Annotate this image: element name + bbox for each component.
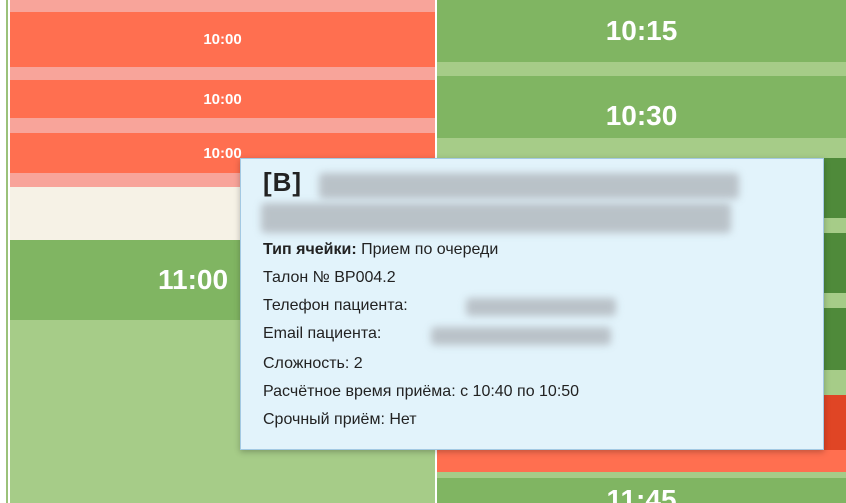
slot-separator (437, 62, 846, 76)
schedule-left-border (6, 0, 8, 503)
slot-separator (10, 67, 435, 80)
slot-separator (10, 118, 435, 133)
redacted-phone (466, 298, 616, 316)
schedule-slot-free[interactable]: 11:45 (437, 478, 846, 503)
schedule-slot-booked[interactable] (437, 450, 846, 472)
schedule-slot-booked[interactable]: 10:00 (10, 80, 435, 118)
slot-time-label: 10:30 (605, 100, 678, 131)
redacted-email (431, 327, 611, 345)
phone-label: Телефон пациента: (263, 297, 408, 314)
slot-time-label: 10:00 (203, 90, 242, 108)
appointment-tooltip: [В] Тип ячейки: Прием по очереди Талон №… (240, 158, 824, 450)
tooltip-title: [В] (263, 167, 303, 197)
tooltip-email: Email пациента: (263, 325, 381, 343)
schedule-slot-free[interactable]: 10:30 (437, 76, 846, 138)
email-label: Email пациента: (263, 325, 382, 342)
tooltip-phone: Телефон пациента: (263, 297, 408, 315)
tooltip-ticket: Талон № ВР004.2 (263, 269, 396, 286)
schedule-slot-booked[interactable]: 10:00 (10, 12, 435, 67)
slot-time-label: 11:00 (158, 264, 229, 295)
slot-time-label: 10:15 (605, 15, 678, 46)
cell-type-label: Тип ячейки: (263, 241, 357, 258)
schedule-slot-free[interactable]: 10:15 (437, 0, 846, 62)
redacted-patient-details (261, 203, 731, 233)
slot-separator (437, 138, 846, 158)
tooltip-estimated-time: Расчётное время приёма: с 10:40 по 10:50 (263, 383, 580, 400)
cell-type-value: Прием по очереди (361, 241, 499, 258)
slot-time-label: 10:00 (203, 31, 242, 48)
slot-time-label: 10:00 (203, 144, 242, 162)
tooltip-cell-type: Тип ячейки: Прием по очереди (263, 241, 498, 259)
slot-time-label: 11:45 (606, 484, 677, 503)
slot-separator (10, 0, 435, 12)
tooltip-complexity: Сложность: 2 (263, 355, 363, 372)
tooltip-urgent: Срочный приём: Нет (263, 411, 417, 428)
redacted-patient-name (319, 173, 739, 199)
